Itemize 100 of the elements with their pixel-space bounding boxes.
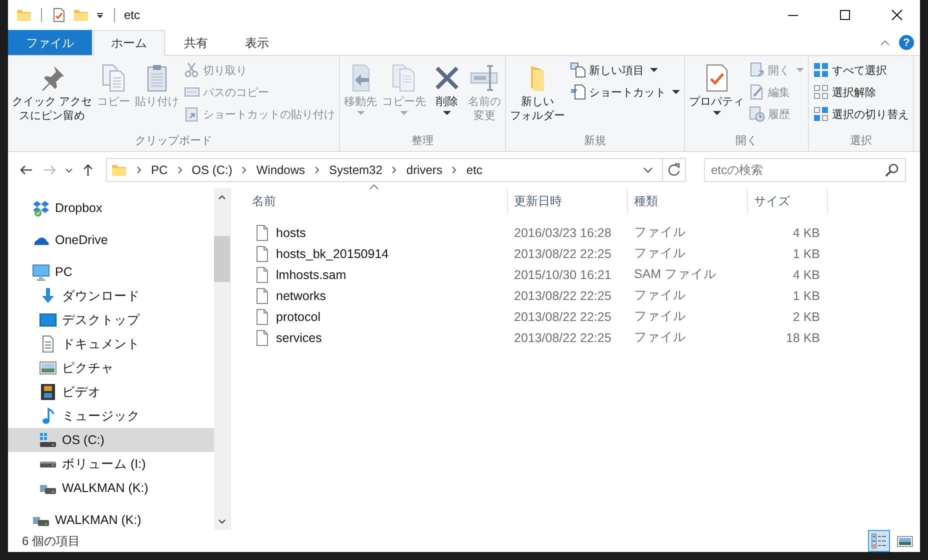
- sidebar-item[interactable]: OneDrive: [8, 228, 214, 252]
- sidebar-item[interactable]: デスクトップ: [8, 308, 214, 332]
- table-cell-text: ファイル: [633, 329, 687, 346]
- ribbon-button[interactable]: 新しい項目: [568, 60, 682, 80]
- column-header[interactable]: 名前: [246, 188, 508, 214]
- group-label: 整理: [410, 134, 435, 149]
- dropbox-icon: [32, 199, 50, 217]
- file-name[interactable]: hosts_bk_20150914: [276, 246, 389, 260]
- table-cell-text: SAM ファイル: [633, 266, 718, 283]
- file-name[interactable]: services: [276, 330, 322, 344]
- breadcrumb[interactable]: System32: [329, 163, 382, 177]
- sidebar-item[interactable]: PC: [8, 260, 214, 284]
- ribbon-button[interactable]: すべて選択: [811, 60, 912, 80]
- table-cell-text: 2013/08/22 22:25: [513, 330, 612, 344]
- file-name[interactable]: lmhosts.sam: [276, 268, 346, 282]
- table-cell-text: 2016/03/23 16:28: [513, 226, 612, 240]
- file-name[interactable]: protocol: [276, 310, 320, 324]
- breadcrumb[interactable]: drivers: [406, 163, 442, 177]
- scissors-icon: [184, 62, 200, 78]
- search-field[interactable]: etcの検索: [704, 158, 906, 182]
- chevron-right-icon[interactable]: [135, 166, 143, 174]
- refresh-icon[interactable]: [667, 163, 681, 177]
- sidebar-item[interactable]: Dropbox: [8, 196, 214, 220]
- table-cell: 18 KB: [786, 330, 820, 344]
- new-item-icon: [570, 62, 586, 78]
- close-icon[interactable]: [891, 9, 903, 21]
- column-header[interactable]: サイズ: [748, 188, 828, 214]
- file-name[interactable]: hosts: [276, 226, 306, 240]
- table-cell: 4 KB: [792, 268, 820, 282]
- chevron-right-icon[interactable]: [176, 166, 184, 174]
- select-all-icon: [813, 62, 830, 78]
- ribbon-button[interactable]: 選択解除: [811, 82, 912, 102]
- maximize-icon[interactable]: [839, 9, 851, 21]
- breadcrumb[interactable]: OS (C:): [192, 163, 232, 177]
- group-label: クリップボード: [134, 134, 214, 149]
- scroll-thumb[interactable]: [214, 236, 230, 282]
- monitor-icon: [32, 263, 50, 281]
- chevron-right-icon[interactable]: [390, 166, 398, 174]
- breadcrumb[interactable]: PC: [151, 163, 168, 177]
- sidebar-item[interactable]: ダウンロード: [8, 284, 214, 308]
- sidebar-item[interactable]: WALKMAN (K:): [8, 476, 214, 500]
- ribbon-button[interactable]: ショートカット: [568, 82, 682, 102]
- ribbon-button[interactable]: クイック アクセ スにピン留め: [10, 59, 94, 125]
- help-button[interactable]: ?: [899, 35, 914, 50]
- picture-icon: [39, 359, 57, 377]
- ribbon-button[interactable]: 選択の切り替え: [811, 104, 912, 124]
- file-icon: [254, 266, 270, 282]
- sidebar-item[interactable]: ミュージック: [8, 404, 214, 428]
- document-check-icon[interactable]: [51, 7, 67, 23]
- table-cell: 1 KB: [792, 288, 820, 302]
- table-cell-text: ファイル: [633, 245, 687, 262]
- ribbon-button[interactable]: 新しい フォルダー: [508, 59, 568, 125]
- chevron-right-icon[interactable]: [240, 166, 248, 174]
- table-cell: 4 KB: [792, 226, 820, 240]
- sidebar-item[interactable]: ドキュメント: [8, 332, 214, 356]
- download-arrow-icon: [39, 287, 57, 305]
- column-header[interactable]: 種類: [628, 188, 748, 214]
- table-cell-text: 2015/10/30 16:21: [513, 268, 612, 282]
- ribbon-tab[interactable]: ホーム: [93, 30, 165, 56]
- table-cell-text: ファイル: [633, 308, 687, 325]
- view-button[interactable]: [868, 530, 890, 552]
- details-view-icon: [870, 532, 888, 550]
- group-label: 開く: [734, 134, 759, 149]
- select-none-icon: [813, 84, 830, 100]
- file-icon: [254, 246, 270, 262]
- status-text: 6 個の項目: [22, 532, 80, 550]
- ribbon-button[interactable]: 削除: [429, 59, 466, 117]
- table-cell: 1 KB: [792, 246, 820, 260]
- table-cell-text: ファイル: [633, 287, 687, 304]
- chevron-right-icon[interactable]: [450, 166, 458, 174]
- table-cell-text: 2013/08/22 22:25: [513, 310, 612, 324]
- window-title: etc: [124, 8, 140, 22]
- ribbon-button[interactable]: プロパティ: [687, 59, 746, 117]
- film-icon: [39, 383, 57, 401]
- file-name[interactable]: networks: [276, 288, 326, 302]
- sidebar-item[interactable]: ピクチャ: [8, 356, 214, 380]
- sidebar-item[interactable]: ビデオ: [8, 380, 214, 404]
- file-icon: [254, 308, 270, 324]
- address-bar[interactable]: PC OS (C:) Windows System32 drivers etc: [106, 158, 686, 182]
- search-icon[interactable]: [885, 163, 899, 177]
- open-icon: [749, 62, 766, 78]
- caret-icon[interactable]: [95, 10, 105, 20]
- chevron-right-icon[interactable]: [313, 166, 322, 174]
- sidebar-item[interactable]: WALKMAN (K:): [8, 508, 214, 532]
- sidebar-item[interactable]: ボリューム (I:): [8, 452, 214, 476]
- file-icon: [254, 330, 270, 346]
- column-header[interactable]: 更新日時: [508, 188, 628, 214]
- breadcrumb[interactable]: Windows: [256, 163, 306, 177]
- scrollbar[interactable]: [214, 188, 230, 530]
- desktop-icon: [39, 311, 57, 329]
- breadcrumb[interactable]: etc: [466, 163, 482, 177]
- file-icon: [254, 224, 270, 240]
- table-cell-text: 2013/08/22 22:25: [513, 246, 612, 260]
- pencil-document-icon: [749, 84, 766, 100]
- sidebar-item[interactable]: OS (C:): [8, 428, 214, 452]
- group-label: 新規: [583, 134, 608, 149]
- table-cell-text: ファイル: [633, 224, 687, 241]
- ribbon-tab[interactable]: ファイル: [8, 30, 92, 55]
- file-icon: [254, 288, 270, 304]
- group-label: 選択: [849, 134, 874, 149]
